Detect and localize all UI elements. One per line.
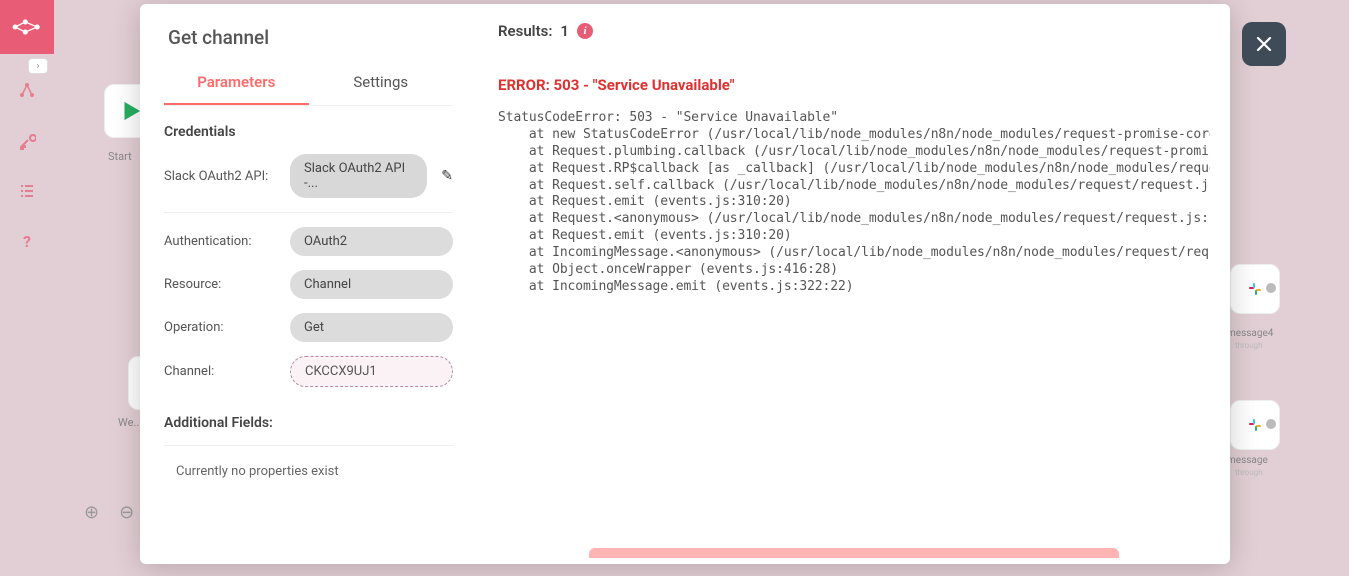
zoom-out-icon[interactable]: ⊖ xyxy=(119,502,134,523)
bg-node2-sub: through xyxy=(1235,468,1263,477)
results-header: Results: 1 i xyxy=(498,22,1210,40)
close-button[interactable] xyxy=(1242,22,1286,66)
node-editor-modal: Get channel Parameters Settings Credenti… xyxy=(140,4,1230,564)
credentials-heading: Credentials xyxy=(164,124,453,140)
bg-node-status-1 xyxy=(1266,283,1276,293)
credentials-icon[interactable] xyxy=(18,132,36,154)
help-icon[interactable]: ? xyxy=(23,232,31,251)
bg-node1-sub: through xyxy=(1235,341,1263,350)
execute-bar[interactable] xyxy=(589,548,1119,558)
modal-title: Get channel xyxy=(164,4,453,63)
error-title: ERROR: 503 - "Service Unavailable" xyxy=(498,76,1210,94)
channel-input[interactable]: CKCCX9UJ1 xyxy=(290,356,453,387)
bg-node-status-2 xyxy=(1266,419,1276,429)
operation-row: Operation: Get xyxy=(164,313,453,342)
tab-settings[interactable]: Settings xyxy=(309,63,454,105)
executions-icon[interactable] xyxy=(18,182,36,204)
resource-label: Resource: xyxy=(164,277,282,292)
results-count: 1 xyxy=(560,22,569,40)
results-panel: Results: 1 i ERROR: 503 - "Service Unava… xyxy=(478,4,1230,564)
side-nav: ? xyxy=(0,54,54,251)
auth-row: Authentication: OAuth2 xyxy=(164,227,453,256)
divider xyxy=(164,212,453,213)
resource-row: Resource: Channel xyxy=(164,270,453,299)
bg-start-label: Start xyxy=(108,150,132,163)
zoom-in-icon[interactable]: ⊕ xyxy=(84,502,99,523)
close-icon xyxy=(1255,35,1273,53)
channel-label: Channel: xyxy=(164,364,282,379)
no-properties-text: Currently no properties exist xyxy=(164,446,453,497)
app-logo xyxy=(0,0,54,54)
cred-select[interactable]: Slack OAuth2 API -... xyxy=(290,154,427,198)
tab-bar: Parameters Settings xyxy=(164,63,453,106)
bg-node1-label: message4 xyxy=(1227,328,1273,339)
tab-parameters[interactable]: Parameters xyxy=(164,63,309,105)
info-icon[interactable]: i xyxy=(577,23,593,39)
results-label: Results: xyxy=(498,22,552,40)
bg-we-label: We... xyxy=(118,416,142,429)
channel-row: Channel: CKCCX9UJ1 xyxy=(164,356,453,387)
cred-label: Slack OAuth2 API: xyxy=(164,169,282,184)
workflows-icon[interactable] xyxy=(18,82,36,104)
auth-select[interactable]: OAuth2 xyxy=(290,227,453,256)
zoom-controls: ⊕ ⊖ xyxy=(84,502,134,523)
resource-select[interactable]: Channel xyxy=(290,270,453,299)
operation-label: Operation: xyxy=(164,320,282,335)
pencil-icon[interactable]: ✎ xyxy=(441,168,453,184)
bg-node2-label: message xyxy=(1227,455,1268,466)
parameters-panel: Get channel Parameters Settings Credenti… xyxy=(140,4,478,564)
stack-trace: StatusCodeError: 503 - "Service Unavaila… xyxy=(498,110,1210,296)
operation-select[interactable]: Get xyxy=(290,313,453,342)
additional-fields-heading: Additional Fields: xyxy=(164,415,453,431)
credentials-row: Slack OAuth2 API: Slack OAuth2 API -... … xyxy=(164,154,453,198)
auth-label: Authentication: xyxy=(164,234,282,249)
